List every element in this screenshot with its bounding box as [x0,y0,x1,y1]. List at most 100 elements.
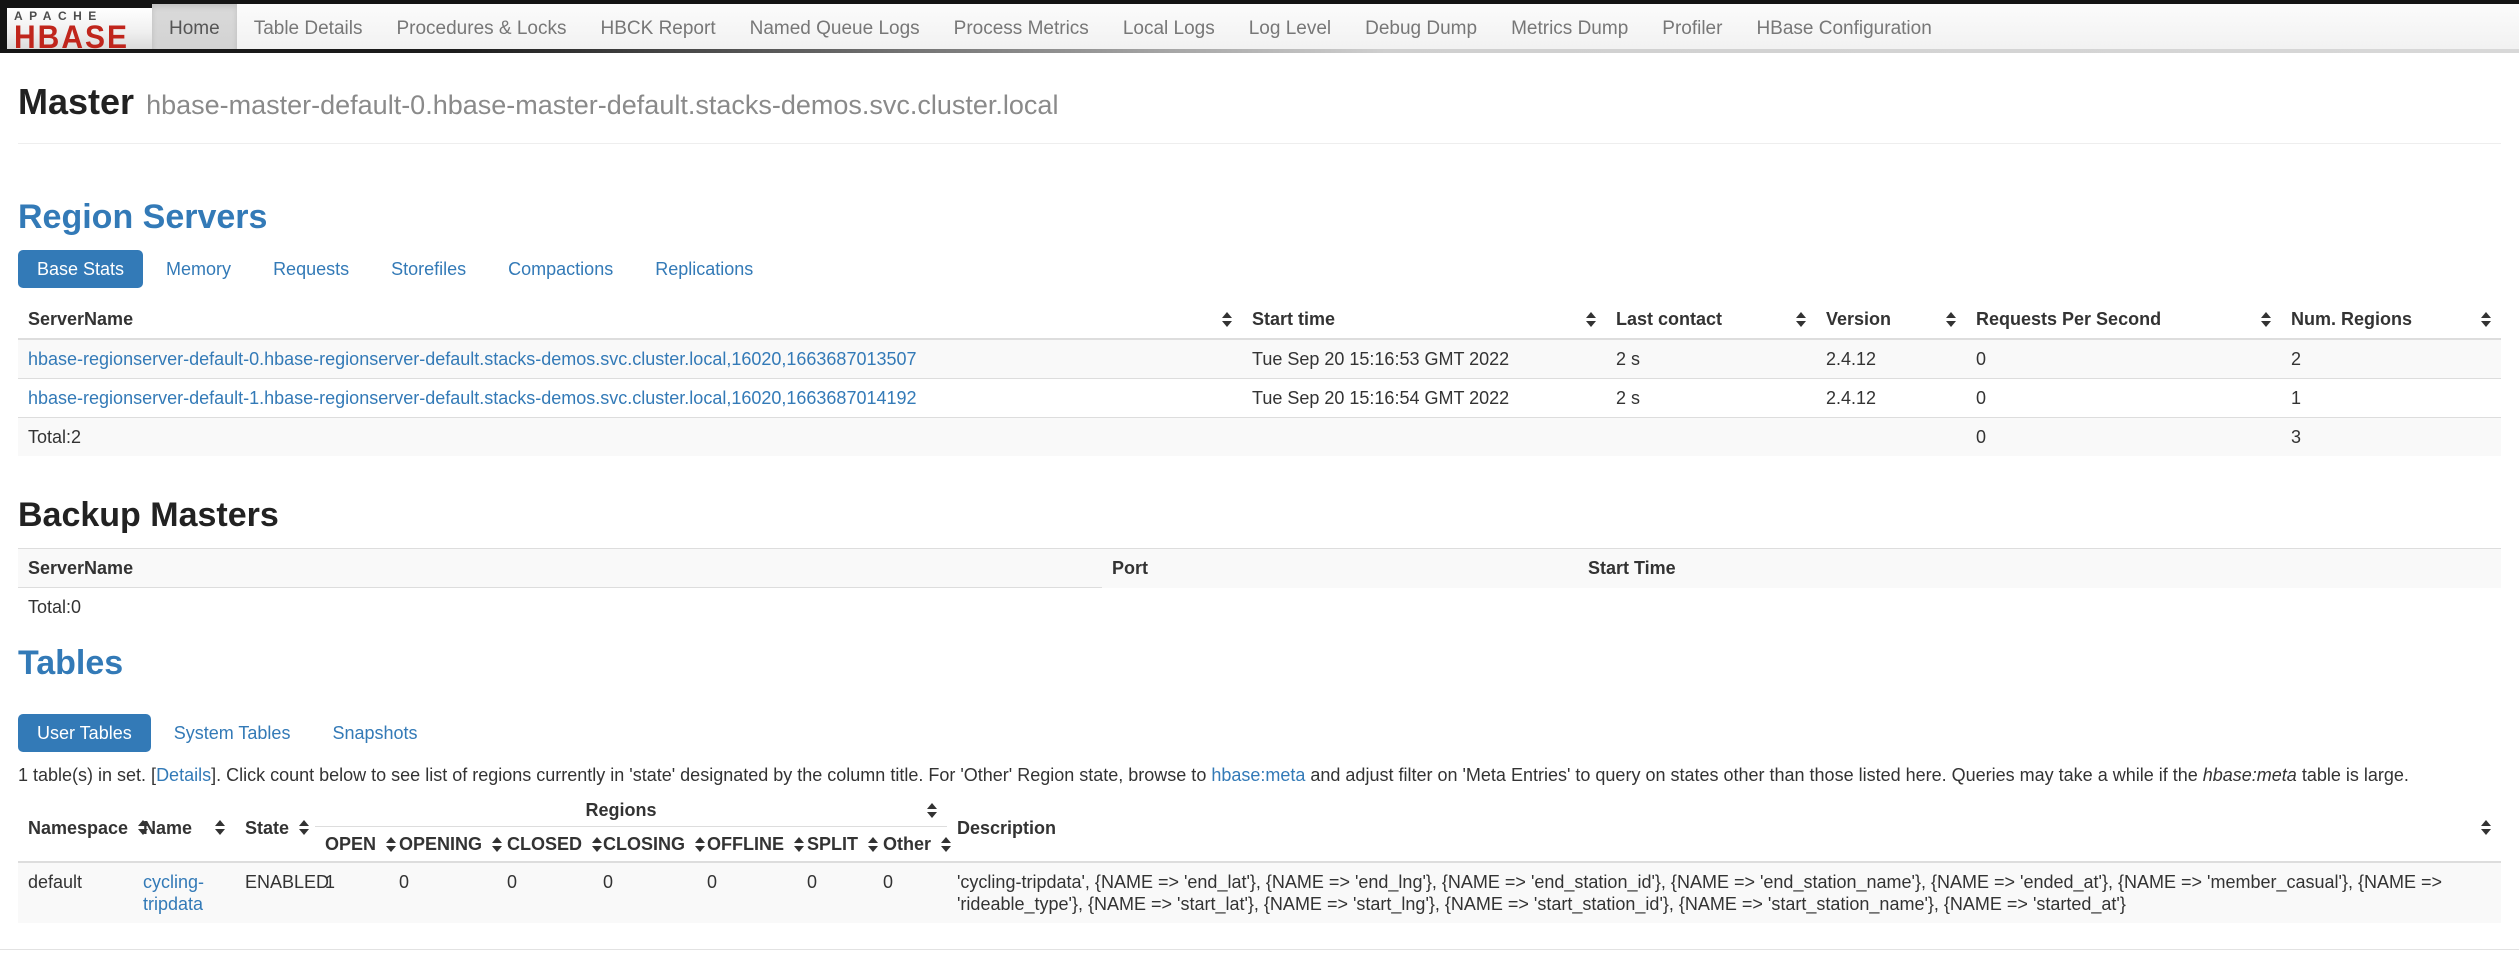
sort-icon [492,837,502,852]
namespace-cell: default [18,862,133,923]
num-regions-cell: 1 [2281,379,2501,418]
version-cell: 2.4.12 [1816,379,1966,418]
nav-item-local-logs[interactable]: Local Logs [1106,4,1232,53]
col-start-time: Start Time [1578,549,2501,588]
last-contact-cell: 2 s [1606,379,1816,418]
sort-icon [695,837,705,852]
sort-icon [941,837,951,852]
col-offline[interactable]: OFFLINE [697,827,797,863]
hbase-logo[interactable]: APACHE HBASE [0,4,152,53]
nav-item-profiler[interactable]: Profiler [1645,4,1739,53]
tab-compactions[interactable]: Compactions [489,250,632,288]
sort-icon [794,837,804,852]
opening-count-link[interactable]: 0 [399,872,409,892]
user-tables-table: Namespace Name State Regions Description… [18,794,2501,923]
sort-icon [1946,312,1956,327]
col-description[interactable]: Description [947,794,2501,862]
total-label: Total:2 [18,418,1242,457]
col-version[interactable]: Version [1816,300,1966,339]
region-servers-table: ServerName Start time Last contact Versi… [18,300,2501,456]
col-split[interactable]: SPLIT [797,827,873,863]
rps-cell: 0 [1966,379,2281,418]
col-requests-per-second[interactable]: Requests Per Second [1966,300,2281,339]
footer-divider [0,949,2519,950]
start-time-cell: Tue Sep 20 15:16:54 GMT 2022 [1242,379,1606,418]
split-count-link[interactable]: 0 [807,872,817,892]
region-servers-tabs: Base Stats Memory Requests Storefiles Co… [18,250,2501,288]
table-row: hbase-regionserver-default-0.hbase-regio… [18,339,2501,379]
sort-icon [386,837,396,852]
col-closed[interactable]: CLOSED [497,827,593,863]
tab-storefiles[interactable]: Storefiles [372,250,485,288]
sort-icon [2481,312,2491,327]
regionserver-link[interactable]: hbase-regionserver-default-1.hbase-regio… [28,388,917,408]
tab-user-tables[interactable]: User Tables [18,714,151,752]
col-servername: ServerName [18,549,1102,588]
closing-count-link[interactable]: 0 [603,872,613,892]
tab-snapshots[interactable]: Snapshots [313,714,436,752]
tables-note: 1 table(s) in set. [Details]. Click coun… [18,764,2501,786]
last-contact-cell: 2 s [1606,339,1816,379]
col-last-contact[interactable]: Last contact [1606,300,1816,339]
nav-item-debug-dump[interactable]: Debug Dump [1348,4,1494,53]
top-navbar: APACHE HBASE Home Table Details Procedur… [0,0,2519,53]
col-opening[interactable]: OPENING [389,827,497,863]
sort-icon [927,803,937,818]
start-time-cell: Tue Sep 20 15:16:53 GMT 2022 [1242,339,1606,379]
nav-item-log-level[interactable]: Log Level [1232,4,1348,53]
sort-icon [1222,312,1232,327]
col-closing[interactable]: CLOSING [593,827,697,863]
total-num-regions: 3 [2281,418,2501,457]
col-namespace[interactable]: Namespace [18,794,133,862]
col-state[interactable]: State [235,794,315,862]
closed-count-link[interactable]: 0 [507,872,517,892]
tab-base-stats[interactable]: Base Stats [18,250,143,288]
table-link-cycling-tripdata[interactable]: cycling-tripdata [143,872,204,914]
nav-item-hbck-report[interactable]: HBCK Report [584,4,733,53]
col-num-regions[interactable]: Num. Regions [2281,300,2501,339]
tab-memory[interactable]: Memory [147,250,250,288]
details-link[interactable]: Details [156,765,211,785]
other-count-link[interactable]: 0 [883,872,893,892]
table-row: hbase-regionserver-default-1.hbase-regio… [18,379,2501,418]
table-row: default cycling-tripdata ENABLED 1 0 0 0… [18,862,2501,923]
regionserver-link[interactable]: hbase-regionserver-default-0.hbase-regio… [28,349,917,369]
nav-item-named-queue-logs[interactable]: Named Queue Logs [733,4,937,53]
state-cell: ENABLED [235,862,315,923]
nav-item-hbase-configuration[interactable]: HBase Configuration [1739,4,1948,53]
rps-cell: 0 [1966,339,2281,379]
sort-icon [1796,312,1806,327]
page-header: Masterhbase-master-default-0.hbase-maste… [18,53,2501,144]
sort-icon [2261,312,2271,327]
hbase-meta-link[interactable]: hbase:meta [1211,765,1305,785]
offline-count-link[interactable]: 0 [707,872,717,892]
nav-item-procedures-locks[interactable]: Procedures & Locks [379,4,583,53]
nav-item-table-details[interactable]: Table Details [237,4,380,53]
total-rps: 0 [1966,418,2281,457]
sort-icon [215,820,225,835]
tab-system-tables[interactable]: System Tables [155,714,310,752]
tab-requests[interactable]: Requests [254,250,368,288]
col-open[interactable]: OPEN [315,827,389,863]
col-servername[interactable]: ServerName [18,300,1242,339]
sort-icon [1586,312,1596,327]
backup-masters-table: ServerName Port Start Time Total:0 [18,548,2501,626]
nav-item-metrics-dump[interactable]: Metrics Dump [1494,4,1645,53]
col-other[interactable]: Other [873,827,947,863]
sort-icon [592,837,602,852]
nav-item-home[interactable]: Home [152,4,237,53]
total-row: Total:2 0 3 [18,418,2501,457]
sort-icon [299,820,309,835]
sort-icon [2481,820,2491,835]
page-title: Master [18,81,134,122]
tab-replications[interactable]: Replications [636,250,772,288]
total-label: Total:0 [18,588,1102,627]
col-group-regions[interactable]: Regions [315,794,947,827]
open-count-link[interactable]: 1 [325,872,335,892]
col-start-time[interactable]: Start time [1242,300,1606,339]
tables-tabs: User Tables System Tables Snapshots [18,714,2501,752]
col-name[interactable]: Name [133,794,235,862]
tables-heading: Tables [18,644,2501,682]
nav-item-process-metrics[interactable]: Process Metrics [937,4,1106,53]
col-port: Port [1102,549,1578,588]
